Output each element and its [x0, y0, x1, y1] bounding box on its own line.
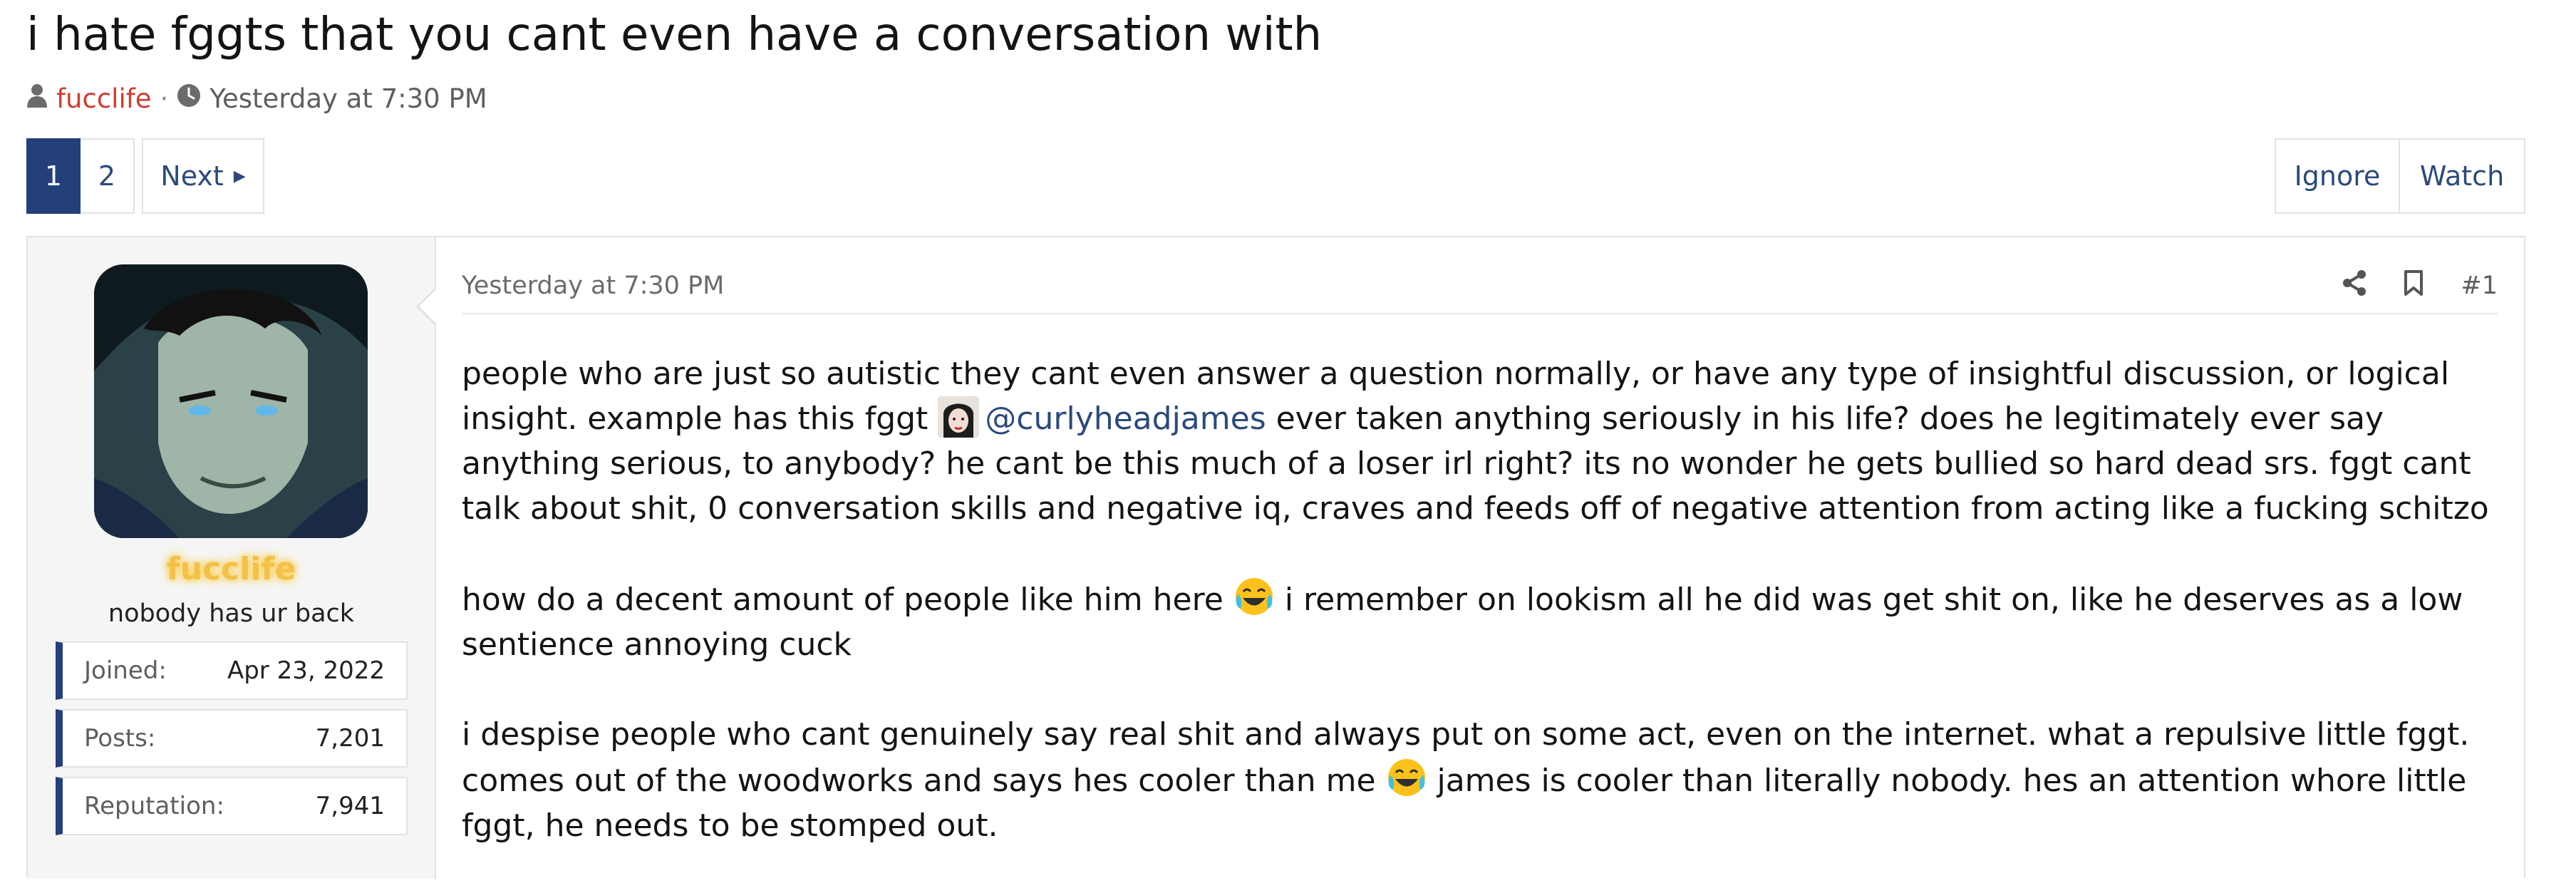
share-icon[interactable]	[2342, 269, 2366, 303]
panel-arrow-inner	[419, 289, 436, 324]
mention-avatar	[938, 396, 980, 438]
user-stat-reputation: Reputation: 7,941	[56, 777, 408, 835]
ignore-button[interactable]: Ignore	[2275, 138, 2400, 214]
thread-actions: Ignore Watch	[2275, 138, 2525, 214]
thread-meta: fucclife · Yesterday at 7:30 PM	[26, 78, 487, 118]
post-header: Yesterday at 7:30 PM #1	[462, 259, 2498, 314]
post-content: Yesterday at 7:30 PM #1 people who are j…	[462, 237, 2498, 879]
post-paragraph-1: people who are just so autistic they can…	[462, 351, 2498, 531]
caret-right-icon: ▶	[233, 167, 246, 185]
next-page-label: Next	[160, 160, 224, 192]
clock-icon	[177, 83, 201, 114]
user-mention-link[interactable]: @curlyheadjames	[985, 401, 1266, 437]
user-panel: fucclife nobody has ur back Joined: Apr …	[28, 237, 436, 879]
thread-date[interactable]: Yesterday at 7:30 PM	[210, 83, 487, 114]
post-tools: #1	[2342, 269, 2498, 303]
bookmark-icon[interactable]	[2404, 269, 2424, 303]
post-text: how do a decent amount of people like hi…	[462, 582, 1233, 618]
crying-laughing-emoji-icon	[1233, 576, 1275, 617]
user-stat-joined: Joined: Apr 23, 2022	[56, 641, 408, 700]
user-avatar[interactable]	[94, 264, 368, 538]
meta-separator: ·	[160, 83, 169, 114]
stat-value: Apr 23, 2022	[227, 656, 385, 685]
post-body: people who are just so autistic they can…	[462, 351, 2498, 893]
stat-label: Reputation:	[84, 792, 224, 820]
next-page-button[interactable]: Next ▶	[142, 138, 264, 214]
stat-value: 7,941	[315, 792, 385, 820]
post-number-link[interactable]: #1	[2461, 272, 2498, 300]
pagination: 1 2 Next ▶	[26, 138, 271, 214]
crying-laughing-emoji-icon	[1386, 757, 1427, 798]
thread-author-link[interactable]: fucclife	[56, 83, 152, 114]
stat-value: 7,201	[315, 724, 385, 753]
page-1-button[interactable]: 1	[26, 138, 81, 214]
user-title: nobody has ur back	[108, 599, 355, 628]
post-username[interactable]: fucclife	[28, 551, 435, 587]
page-2-button[interactable]: 2	[81, 138, 135, 214]
thread-title: i hate fggts that you cant even have a c…	[26, 9, 1323, 61]
post-paragraph-3: i despise people who cant genuinely say …	[462, 712, 2498, 848]
post-container: fucclife nobody has ur back Joined: Apr …	[26, 236, 2525, 879]
user-stat-posts: Posts: 7,201	[56, 709, 408, 768]
post-date[interactable]: Yesterday at 7:30 PM	[462, 272, 724, 300]
stat-label: Joined:	[84, 656, 167, 685]
user-icon	[26, 83, 48, 114]
stat-label: Posts:	[84, 724, 156, 753]
post-paragraph-2: how do a decent amount of people like hi…	[462, 576, 2498, 667]
watch-button[interactable]: Watch	[2400, 138, 2525, 214]
